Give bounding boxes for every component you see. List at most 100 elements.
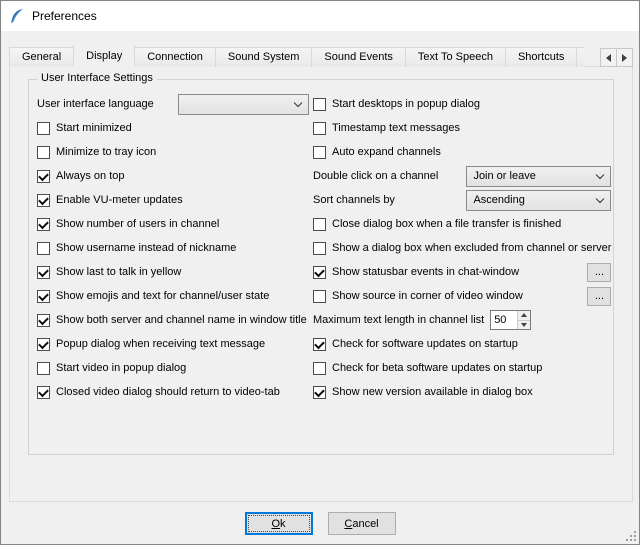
- checkbox-closed-video-return-tab[interactable]: Closed video dialog should return to vid…: [37, 386, 280, 399]
- checkbox-emojis-text-state[interactable]: Show emojis and text for channel/user st…: [37, 290, 269, 303]
- checkbox-label: Start minimized: [56, 122, 132, 134]
- checkbox-timestamp-messages[interactable]: Timestamp text messages: [313, 122, 460, 135]
- checkbox-video-source-corner[interactable]: Show source in corner of video window: [313, 290, 523, 303]
- checkbox-check-beta-updates[interactable]: Check for beta software updates on start…: [313, 362, 542, 375]
- checkbox-vu-meter-updates[interactable]: Enable VU-meter updates: [37, 194, 183, 207]
- spin-up-icon: [521, 313, 527, 317]
- checkbox-label: Show number of users in channel: [56, 218, 219, 230]
- checkbox-label: Auto expand channels: [332, 146, 441, 158]
- chevron-down-icon: [596, 196, 604, 204]
- checkbox-auto-expand-channels[interactable]: Auto expand channels: [313, 146, 441, 159]
- checkbox-box: [37, 338, 50, 351]
- checkbox-box: [313, 386, 326, 399]
- left-settings-column: User interface language Start minimized …: [37, 94, 309, 406]
- tab-shortcuts[interactable]: Shortcuts: [505, 47, 577, 67]
- checkbox-box: [313, 266, 326, 279]
- checkbox-box: [37, 314, 50, 327]
- video-source-browse-button[interactable]: ...: [587, 287, 611, 306]
- tab-bar: General Display Connection Sound System …: [9, 45, 584, 67]
- tab-scroll-right-button[interactable]: [616, 48, 633, 67]
- max-text-length-spinner[interactable]: 50: [490, 310, 531, 330]
- ok-button[interactable]: Ok: [245, 512, 313, 535]
- checkbox-last-to-talk-yellow[interactable]: Show last to talk in yellow: [37, 266, 181, 279]
- tab-scroll-left-button[interactable]: [600, 48, 617, 67]
- checkbox-show-user-count[interactable]: Show number of users in channel: [37, 218, 219, 231]
- checkbox-label: Show a dialog box when excluded from cha…: [332, 242, 611, 254]
- tab-general[interactable]: General: [9, 47, 74, 67]
- checkbox-label: Check for software updates on startup: [332, 338, 518, 350]
- checkbox-box: [37, 122, 50, 135]
- dialog-button-row: Ok Cancel: [1, 512, 639, 535]
- spin-up-button[interactable]: [517, 311, 530, 320]
- checkbox-label: Closed video dialog should return to vid…: [56, 386, 280, 398]
- checkbox-check-updates[interactable]: Check for software updates on startup: [313, 338, 518, 351]
- checkbox-box: [37, 194, 50, 207]
- tab-page-display: User Interface Settings User interface l…: [9, 66, 633, 502]
- checkbox-minimize-to-tray[interactable]: Minimize to tray icon: [37, 146, 156, 159]
- sort-channels-label: Sort channels by: [313, 194, 466, 206]
- checkbox-box: [313, 338, 326, 351]
- checkbox-label: Timestamp text messages: [332, 122, 460, 134]
- double-click-select[interactable]: Join or leave: [466, 166, 611, 187]
- checkbox-box: [313, 98, 326, 111]
- language-select[interactable]: [178, 94, 309, 115]
- user-interface-settings-group: User Interface Settings User interface l…: [28, 79, 614, 455]
- tab-video[interactable]: Video: [576, 47, 584, 67]
- checkbox-box: [37, 362, 50, 375]
- max-text-length-value: 50: [491, 311, 517, 329]
- cancel-button[interactable]: Cancel: [328, 512, 396, 535]
- checkbox-close-file-transfer-dialog[interactable]: Close dialog box when a file transfer is…: [313, 218, 561, 231]
- checkbox-desktops-popup[interactable]: Start desktops in popup dialog: [313, 98, 480, 111]
- tab-scroll-right-icon: [622, 54, 627, 62]
- checkbox-label: Check for beta software updates on start…: [332, 362, 542, 374]
- checkbox-box: [37, 290, 50, 303]
- checkbox-box: [37, 242, 50, 255]
- statusbar-events-browse-button[interactable]: ...: [587, 263, 611, 282]
- checkbox-label: Show last to talk in yellow: [56, 266, 181, 278]
- max-text-length-label: Maximum text length in channel list: [313, 314, 484, 326]
- checkbox-label: Show new version available in dialog box: [332, 386, 533, 398]
- double-click-select-value: Join or leave: [473, 170, 592, 182]
- sort-channels-select[interactable]: Ascending: [466, 190, 611, 211]
- tab-display[interactable]: Display: [73, 45, 135, 67]
- right-settings-column: Start desktops in popup dialog Timestamp…: [313, 94, 611, 406]
- checkbox-label: Show emojis and text for channel/user st…: [56, 290, 269, 302]
- checkbox-label: Always on top: [56, 170, 124, 182]
- checkbox-video-popup-dialog[interactable]: Start video in popup dialog: [37, 362, 186, 375]
- checkbox-start-minimized[interactable]: Start minimized: [37, 122, 132, 135]
- resize-grip[interactable]: [624, 529, 637, 542]
- checkbox-box: [37, 170, 50, 183]
- checkbox-username-instead-nickname[interactable]: Show username instead of nickname: [37, 242, 236, 255]
- checkbox-statusbar-events[interactable]: Show statusbar events in chat-window: [313, 266, 519, 279]
- spin-down-button[interactable]: [517, 320, 530, 330]
- preferences-window: Preferences General Display Connection S…: [0, 0, 640, 545]
- checkbox-box: [313, 218, 326, 231]
- checkbox-box: [37, 386, 50, 399]
- tab-connection[interactable]: Connection: [134, 47, 216, 67]
- tab-scroll-buttons: [600, 48, 633, 67]
- preferences-tab-control: General Display Connection Sound System …: [9, 45, 633, 502]
- window-title: Preferences: [32, 9, 97, 23]
- checkbox-box: [313, 290, 326, 303]
- group-title: User Interface Settings: [37, 72, 157, 84]
- checkbox-box: [313, 242, 326, 255]
- titlebar[interactable]: Preferences: [1, 1, 639, 31]
- feather-app-icon: [9, 8, 25, 24]
- checkbox-box: [313, 362, 326, 375]
- checkbox-box: [37, 146, 50, 159]
- checkbox-popup-text-message[interactable]: Popup dialog when receiving text message: [37, 338, 265, 351]
- chevron-down-icon: [294, 100, 302, 108]
- checkbox-label: Show source in corner of video window: [332, 290, 523, 302]
- checkbox-box: [313, 146, 326, 159]
- checkbox-server-channel-in-title[interactable]: Show both server and channel name in win…: [37, 314, 307, 327]
- tab-sound-events[interactable]: Sound Events: [311, 47, 406, 67]
- checkbox-always-on-top[interactable]: Always on top: [37, 170, 124, 183]
- checkbox-new-version-dialog[interactable]: Show new version available in dialog box: [313, 386, 533, 399]
- checkbox-label: Start desktops in popup dialog: [332, 98, 480, 110]
- checkbox-label: Enable VU-meter updates: [56, 194, 183, 206]
- checkbox-excluded-dialog[interactable]: Show a dialog box when excluded from cha…: [313, 242, 611, 255]
- language-label: User interface language: [37, 98, 178, 110]
- tab-text-to-speech[interactable]: Text To Speech: [405, 47, 506, 67]
- checkbox-box: [37, 266, 50, 279]
- tab-sound-system[interactable]: Sound System: [215, 47, 313, 67]
